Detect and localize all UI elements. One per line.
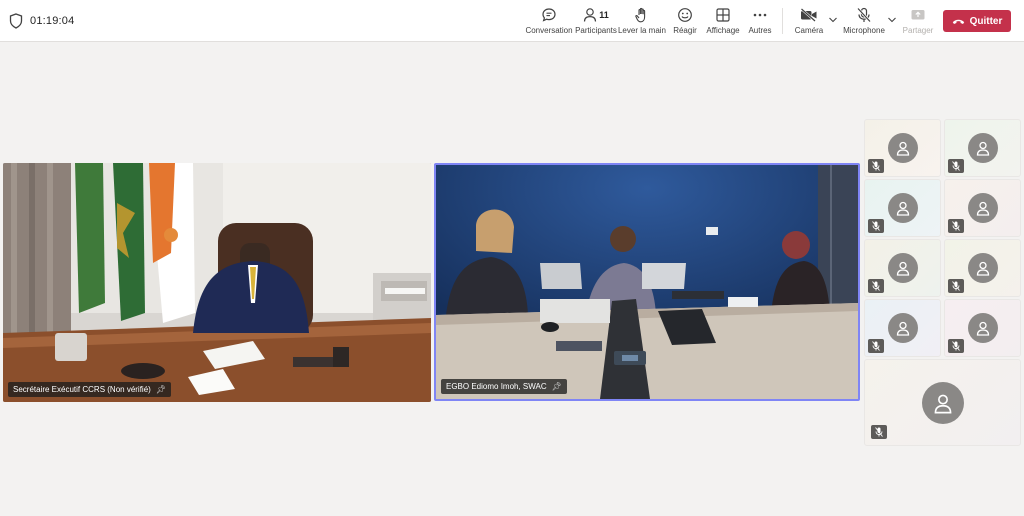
participant-name: EGBO Ediomo Imoh, SWAC	[446, 382, 547, 391]
grid-view-icon	[716, 6, 730, 24]
muted-microphone-icon	[948, 339, 964, 353]
avatar	[887, 253, 918, 283]
hand-icon	[635, 6, 649, 24]
participants-label: Participants	[575, 26, 617, 35]
shield-icon	[9, 13, 23, 29]
person-icon	[976, 321, 989, 336]
participant-tile[interactable]	[864, 299, 941, 357]
microphone-label: Microphone	[843, 26, 885, 35]
microphone-button[interactable]: Microphone	[843, 6, 885, 38]
meeting-timer: 01:19:04	[30, 15, 75, 27]
person-icon	[976, 261, 989, 276]
leave-button[interactable]: Quitter	[943, 10, 1011, 32]
participant-tile[interactable]	[944, 179, 1021, 237]
person-icon	[896, 141, 909, 156]
meeting-toolbar: 01:19:04 Conversation 11 Participants Le…	[0, 0, 1024, 42]
avatar	[967, 133, 998, 163]
video-feed-conference-room	[436, 165, 858, 399]
avatar	[967, 313, 998, 343]
avatar	[887, 193, 918, 223]
person-icon	[896, 261, 909, 276]
participant-tile[interactable]	[944, 299, 1021, 357]
more-button[interactable]: Autres	[746, 6, 774, 38]
conversation-button[interactable]: Conversation	[525, 6, 573, 38]
react-button[interactable]: Réagir	[672, 6, 698, 38]
leave-label: Quitter	[969, 15, 1003, 27]
muted-microphone-icon	[871, 425, 887, 439]
person-icon	[896, 201, 909, 216]
avatar	[887, 133, 918, 163]
participant-name-card: EGBO Ediomo Imoh, SWAC 📌︎	[441, 379, 567, 394]
muted-microphone-icon	[868, 219, 884, 233]
view-label: Affichage	[706, 26, 740, 35]
participant-name-card: Secrétaire Exécutif CCRS (Non vérifié) 📌…	[8, 382, 171, 397]
person-icon	[896, 321, 909, 336]
toolbar-divider	[782, 8, 783, 34]
share-label: Partager	[902, 26, 934, 35]
muted-microphone-icon	[868, 279, 884, 293]
raise-hand-label: Lever la main	[617, 26, 667, 35]
muted-microphone-icon	[948, 279, 964, 293]
person-icon	[934, 394, 951, 413]
share-screen-icon	[910, 6, 926, 24]
muted-microphone-icon	[948, 159, 964, 173]
more-icon	[753, 6, 767, 24]
pin-icon[interactable]: 📌︎	[156, 385, 166, 394]
video-tile-egbo-ediomo[interactable]: EGBO Ediomo Imoh, SWAC 📌︎	[434, 163, 860, 401]
microphone-options-chevron-icon[interactable]	[887, 16, 897, 24]
pin-icon[interactable]: 📌︎	[552, 382, 562, 391]
view-button[interactable]: Affichage	[705, 6, 741, 38]
muted-microphone-icon	[868, 159, 884, 173]
avatar	[967, 193, 998, 223]
chat-icon	[541, 6, 557, 24]
participant-tile[interactable]	[864, 239, 941, 297]
react-label: Réagir	[673, 26, 697, 35]
participant-tile[interactable]	[864, 179, 941, 237]
avatar	[921, 381, 964, 424]
muted-microphone-icon	[868, 339, 884, 353]
share-button[interactable]: Partager	[902, 6, 934, 38]
participant-name: Secrétaire Exécutif CCRS (Non vérifié)	[13, 385, 151, 394]
participant-tile[interactable]	[864, 359, 1021, 446]
avatar	[967, 253, 998, 283]
raise-hand-button[interactable]: Lever la main	[617, 6, 667, 38]
person-icon	[976, 141, 989, 156]
person-icon	[976, 201, 989, 216]
microphone-off-icon	[856, 6, 872, 24]
participant-tile[interactable]	[864, 119, 941, 177]
camera-off-icon	[800, 6, 818, 24]
video-feed-office	[3, 163, 431, 402]
hang-up-icon	[952, 19, 964, 24]
avatar	[887, 313, 918, 343]
camera-options-chevron-icon[interactable]	[828, 16, 838, 24]
emoji-icon	[677, 6, 693, 24]
camera-button[interactable]: Caméra	[793, 6, 825, 38]
muted-microphone-icon	[948, 219, 964, 233]
conversation-label: Conversation	[525, 26, 573, 35]
video-tile-secretaire-executif[interactable]: Secrétaire Exécutif CCRS (Non vérifié) 📌…	[3, 163, 431, 402]
participant-tile[interactable]	[944, 119, 1021, 177]
participant-tile[interactable]	[944, 239, 1021, 297]
participant-count: 11	[599, 10, 609, 20]
people-icon	[584, 8, 597, 22]
participants-button[interactable]: 11 Participants	[575, 6, 617, 38]
camera-label: Caméra	[794, 26, 824, 35]
more-label: Autres	[748, 26, 772, 35]
